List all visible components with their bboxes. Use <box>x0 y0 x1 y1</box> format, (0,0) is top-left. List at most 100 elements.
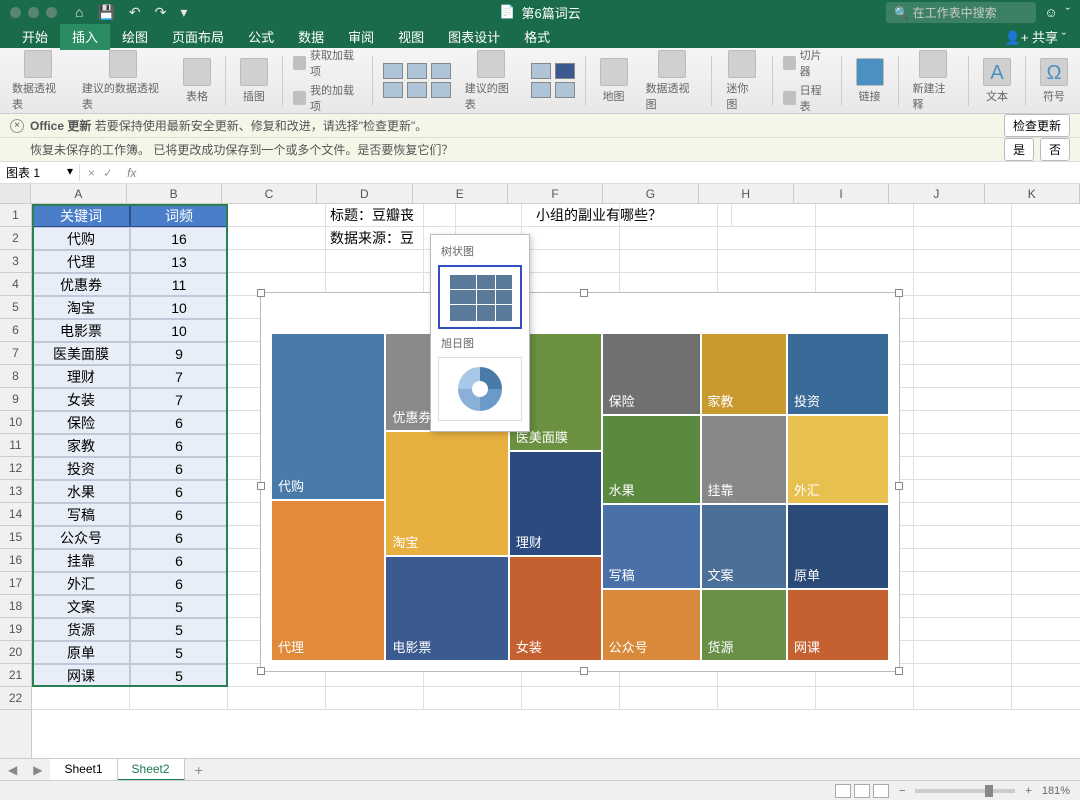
cell[interactable] <box>816 687 914 710</box>
sheet-tab[interactable]: Sheet1 <box>50 759 117 781</box>
cell[interactable]: 货源 <box>32 618 130 641</box>
cell[interactable]: 6 <box>130 526 228 549</box>
cell[interactable] <box>914 250 1012 273</box>
cell[interactable] <box>914 411 1012 434</box>
cell[interactable]: 投资 <box>32 457 130 480</box>
rec-chart-button[interactable]: 建议的图表 <box>461 50 521 112</box>
cell[interactable] <box>914 595 1012 618</box>
chart-icon[interactable] <box>555 82 575 98</box>
chart-icon[interactable] <box>383 82 403 98</box>
cell[interactable]: 10 <box>130 319 228 342</box>
chart-icon[interactable] <box>531 63 551 79</box>
home-icon[interactable]: ⌂ <box>75 4 83 21</box>
cell[interactable]: 代理 <box>32 250 130 273</box>
cell[interactable] <box>1012 526 1080 549</box>
cell[interactable] <box>1012 204 1080 227</box>
cell[interactable]: 7 <box>130 365 228 388</box>
col-header[interactable]: G <box>603 184 698 203</box>
cell[interactable] <box>1012 641 1080 664</box>
cell[interactable]: 保险 <box>32 411 130 434</box>
row-header[interactable]: 3 <box>0 250 31 273</box>
zoom-out[interactable]: − <box>899 785 905 797</box>
sheet-area[interactable]: ABCDEFGHIJK 1234567891011121314151617181… <box>0 184 1080 800</box>
row-header[interactable]: 19 <box>0 618 31 641</box>
cell[interactable]: 写稿 <box>32 503 130 526</box>
row-header[interactable]: 9 <box>0 388 31 411</box>
cell[interactable]: 13 <box>130 250 228 273</box>
user-icon[interactable]: ☺ <box>1044 5 1057 20</box>
dropdown-icon[interactable]: ▾ <box>180 4 187 21</box>
cell[interactable]: 6 <box>130 549 228 572</box>
table-button[interactable]: 表格 <box>179 58 215 104</box>
cell[interactable] <box>1012 342 1080 365</box>
chart-icon[interactable] <box>431 63 451 79</box>
col-header[interactable]: D <box>317 184 412 203</box>
name-box[interactable]: 图表 1▾ <box>0 164 80 181</box>
cell[interactable] <box>620 227 718 250</box>
window-controls[interactable] <box>0 7 57 18</box>
add-sheet-button[interactable]: + <box>185 762 213 778</box>
tab-nav-prev[interactable]: ◀ <box>0 763 25 777</box>
link-button[interactable]: 链接 <box>852 58 888 104</box>
cell[interactable] <box>718 204 816 227</box>
cell[interactable] <box>1012 480 1080 503</box>
cell[interactable] <box>1012 549 1080 572</box>
cell[interactable] <box>914 687 1012 710</box>
pivot-chart-button[interactable]: 数据透视图 <box>642 50 702 112</box>
cell[interactable]: 医美面膜 <box>32 342 130 365</box>
zoom-slider[interactable] <box>915 789 1015 793</box>
chart-icon[interactable] <box>383 63 403 79</box>
cell[interactable]: 淘宝 <box>32 296 130 319</box>
cell[interactable] <box>1012 388 1080 411</box>
cell[interactable]: 6 <box>130 457 228 480</box>
cell[interactable]: 5 <box>130 641 228 664</box>
cell[interactable] <box>228 204 326 227</box>
col-header[interactable]: H <box>699 184 794 203</box>
row-header[interactable]: 6 <box>0 319 31 342</box>
row-header[interactable]: 4 <box>0 273 31 296</box>
col-header[interactable]: F <box>508 184 603 203</box>
row-header[interactable]: 14 <box>0 503 31 526</box>
menu-绘图[interactable]: 绘图 <box>110 23 160 50</box>
row-header[interactable]: 5 <box>0 296 31 319</box>
cell[interactable] <box>32 687 130 710</box>
cell[interactable]: 5 <box>130 618 228 641</box>
cell[interactable] <box>1012 250 1080 273</box>
cell[interactable] <box>816 250 914 273</box>
share-button[interactable]: 👤+ 共享 ˇ <box>1005 27 1080 46</box>
cell[interactable] <box>914 526 1012 549</box>
cell[interactable] <box>914 664 1012 687</box>
cell[interactable]: 7 <box>130 388 228 411</box>
cell[interactable] <box>326 687 424 710</box>
cell[interactable] <box>1012 457 1080 480</box>
sheet-tab[interactable]: Sheet2 <box>118 759 185 781</box>
cell[interactable] <box>914 342 1012 365</box>
col-header[interactable]: B <box>127 184 222 203</box>
cell[interactable] <box>914 204 1012 227</box>
rec-pivot-button[interactable]: 建议的数据透视表 <box>78 50 169 112</box>
chart-icon[interactable] <box>407 63 427 79</box>
cell[interactable]: 水果 <box>32 480 130 503</box>
cell[interactable]: 挂靠 <box>32 549 130 572</box>
cell[interactable]: 原单 <box>32 641 130 664</box>
cell[interactable] <box>424 687 522 710</box>
cell[interactable]: 代购 <box>32 227 130 250</box>
sparkline-button[interactable]: 迷你图 <box>722 50 761 112</box>
check-update-button[interactable]: 检查更新 <box>1004 114 1070 137</box>
cell[interactable] <box>914 296 1012 319</box>
cell[interactable] <box>1012 687 1080 710</box>
help-icon[interactable]: ˇ <box>1066 5 1070 20</box>
tab-nav-next[interactable]: ▶ <box>25 763 50 777</box>
row-header[interactable]: 8 <box>0 365 31 388</box>
chart-icon[interactable] <box>531 82 551 98</box>
menu-格式[interactable]: 格式 <box>512 23 562 50</box>
row-header[interactable]: 17 <box>0 572 31 595</box>
cell[interactable]: 电影票 <box>32 319 130 342</box>
cell[interactable]: 16 <box>130 227 228 250</box>
cell[interactable]: 9 <box>130 342 228 365</box>
cell[interactable] <box>914 549 1012 572</box>
cell[interactable]: 6 <box>130 411 228 434</box>
cell[interactable]: 词频 <box>130 204 228 227</box>
close-icon[interactable]: × <box>10 119 24 133</box>
my-addins[interactable]: 我的加载项 <box>293 82 362 114</box>
